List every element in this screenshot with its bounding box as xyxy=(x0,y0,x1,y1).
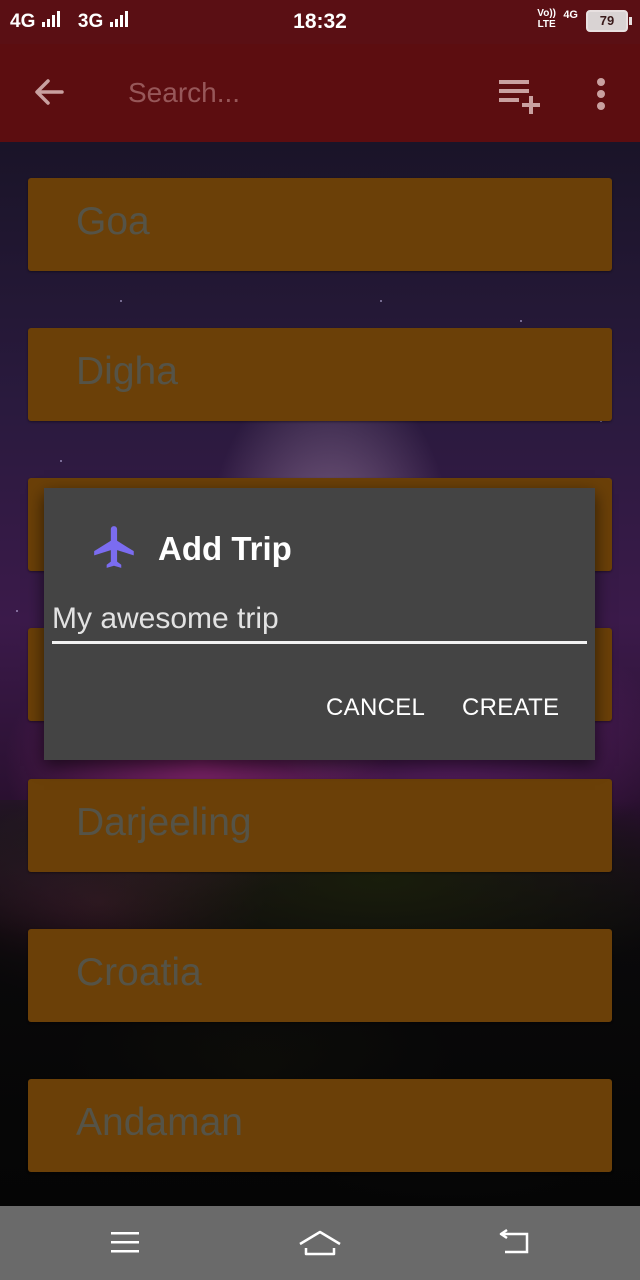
app-bar xyxy=(0,44,640,142)
arrow-left-icon[interactable] xyxy=(28,70,72,114)
trip-name-input[interactable] xyxy=(52,596,587,644)
status-bar: 4G 3G 18:32 Vo)) LTE 4G 79 xyxy=(0,0,640,44)
trip-label: Croatia xyxy=(76,951,202,994)
playlist-add-icon[interactable] xyxy=(496,74,546,114)
trip-item-andaman[interactable]: Andaman xyxy=(28,1079,612,1172)
trip-label: Darjeeling xyxy=(76,801,252,844)
airplane-icon xyxy=(94,526,134,568)
search-input[interactable] xyxy=(126,70,460,116)
navigation-bar xyxy=(0,1206,640,1280)
home-icon[interactable] xyxy=(296,1224,344,1262)
more-vert-icon[interactable] xyxy=(586,74,616,114)
screen: 4G 3G 18:32 Vo)) LTE 4G 79 Search... Goa… xyxy=(0,0,640,1280)
add-trip-dialog: Add Trip CANCEL CREATE xyxy=(44,488,595,760)
dialog-title: Add Trip xyxy=(158,530,292,567)
create-button[interactable]: CREATE xyxy=(462,694,559,722)
volte-line-2: LTE xyxy=(537,19,556,30)
trip-label: Goa xyxy=(76,200,150,243)
trip-item-goa[interactable]: Goa xyxy=(28,178,612,271)
cancel-button[interactable]: CANCEL xyxy=(326,694,425,722)
data-network-label: 4G xyxy=(563,9,578,21)
trip-label: Digha xyxy=(76,350,178,393)
volte-indicator: Vo)) LTE xyxy=(537,8,556,30)
trip-item-darjeeling[interactable]: Darjeeling xyxy=(28,779,612,872)
volte-line-1: Vo)) xyxy=(537,8,556,19)
trip-item-croatia[interactable]: Croatia xyxy=(28,929,612,1022)
trip-item-digha[interactable]: Digha xyxy=(28,328,612,421)
back-icon[interactable] xyxy=(493,1224,537,1262)
battery-icon: 79 xyxy=(586,10,632,32)
menu-icon[interactable] xyxy=(103,1224,147,1262)
trip-label: Andaman xyxy=(76,1101,243,1144)
